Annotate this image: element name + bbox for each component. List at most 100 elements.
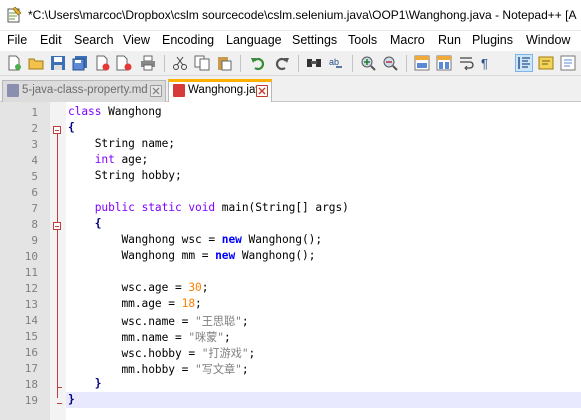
- line-number: 7: [31, 202, 38, 215]
- menu-encoding[interactable]: Encoding: [162, 33, 214, 47]
- code-token: int: [94, 153, 115, 166]
- menu-settings[interactable]: Settings: [292, 33, 337, 47]
- close-icon[interactable]: [94, 55, 110, 71]
- code-line[interactable]: }: [68, 393, 75, 406]
- sync-vertical-icon[interactable]: [414, 55, 430, 71]
- code-line[interactable]: mm.name = "咪蒙";: [68, 329, 230, 345]
- code-token: new: [215, 249, 236, 262]
- menu-plugins[interactable]: Plugins: [472, 33, 513, 47]
- code-line[interactable]: String hobby;: [68, 169, 182, 182]
- code-token: ;: [241, 363, 249, 376]
- menu-view[interactable]: View: [123, 33, 150, 47]
- menu-search[interactable]: Search: [74, 33, 114, 47]
- toolbar-separator: [298, 55, 299, 72]
- fold-end-marker: [57, 387, 62, 388]
- sync-horizontal-icon[interactable]: [436, 55, 452, 71]
- toolbar-separator: [406, 55, 407, 72]
- code-line[interactable]: {: [68, 217, 102, 230]
- code-line[interactable]: mm.hobby = "写文章";: [68, 361, 249, 377]
- code-line[interactable]: String name;: [68, 137, 175, 150]
- code-token: class: [68, 105, 102, 118]
- line-number: 6: [31, 186, 38, 199]
- tab-close-icon[interactable]: [256, 85, 268, 97]
- print-icon[interactable]: [140, 55, 156, 71]
- new-file-icon[interactable]: [6, 55, 22, 71]
- redo-icon[interactable]: [274, 55, 290, 71]
- tab-wanghong-java[interactable]: Wanghong.java: [168, 79, 272, 103]
- function-list-icon[interactable]: [560, 55, 576, 71]
- zoom-in-icon[interactable]: [360, 55, 376, 71]
- open-file-icon[interactable]: [28, 55, 44, 71]
- code-line[interactable]: wsc.age = 30;: [68, 281, 208, 294]
- code-token: new: [221, 233, 242, 246]
- doc-map-icon[interactable]: [538, 55, 554, 71]
- tab-5-java-class-property[interactable]: 5-java-class-property.md: [2, 80, 166, 102]
- code-token: Wanghong();: [241, 233, 323, 246]
- code-line[interactable]: wsc.name = "王思聪";: [68, 313, 248, 329]
- code-line[interactable]: mm.age = 18;: [68, 297, 201, 310]
- show-all-chars-icon[interactable]: ¶: [478, 55, 494, 71]
- toolbar-separator: [352, 55, 353, 72]
- tab-label: 5-java-class-property.md: [22, 84, 148, 96]
- code-token: {: [94, 217, 102, 230]
- line-number: 9: [31, 234, 38, 247]
- code-line[interactable]: public static void main(String[] args): [68, 201, 349, 214]
- toolbar: ab ¶: [0, 51, 581, 76]
- code-token: wsc.name =: [68, 315, 196, 328]
- code-line[interactable]: Wanghong wsc = new Wanghong();: [68, 233, 322, 246]
- tab-bar: 5-java-class-property.md Wanghong.java: [0, 76, 581, 103]
- zoom-out-icon[interactable]: [382, 55, 398, 71]
- code-editor[interactable]: class Wanghong { String name; int age; St…: [0, 102, 581, 420]
- unsaved-file-icon: [173, 84, 185, 97]
- copy-icon[interactable]: [194, 55, 210, 71]
- word-wrap-icon[interactable]: [458, 55, 474, 71]
- code-line[interactable]: int age;: [68, 153, 149, 166]
- window-title: *C:\Users\marcoc\Dropbox\cslm sourcecode…: [28, 8, 577, 22]
- cut-icon[interactable]: [172, 55, 188, 71]
- code-token: {: [68, 121, 75, 134]
- code-line[interactable]: }: [68, 377, 102, 390]
- line-number: 2: [31, 122, 38, 135]
- menu-window[interactable]: Window: [526, 33, 570, 47]
- menu-macro[interactable]: Macro: [390, 33, 425, 47]
- code-line[interactable]: wsc.hobby = "打游戏";: [68, 345, 255, 361]
- menu-file[interactable]: File: [7, 33, 27, 47]
- menu-edit[interactable]: Edit: [40, 33, 62, 47]
- close-all-icon[interactable]: [116, 55, 132, 71]
- code-line[interactable]: Wanghong mm = new Wanghong();: [68, 249, 315, 262]
- line-number: 8: [31, 218, 38, 231]
- line-number: 16: [24, 346, 38, 359]
- fold-end-marker: [57, 403, 62, 404]
- code-token: wsc.hobby =: [68, 347, 202, 360]
- indent-guide-icon[interactable]: [515, 54, 533, 72]
- replace-icon[interactable]: ab: [328, 55, 344, 71]
- line-number: 13: [24, 298, 38, 311]
- line-number: 18: [24, 378, 38, 391]
- code-line[interactable]: {: [68, 121, 75, 134]
- find-icon[interactable]: [306, 55, 322, 71]
- svg-text:¶: ¶: [481, 56, 488, 71]
- code-token: age;: [114, 153, 149, 166]
- code-line[interactable]: class Wanghong: [68, 105, 162, 118]
- save-icon[interactable]: [50, 55, 66, 71]
- toolbar-separator: [240, 55, 241, 72]
- menu-language[interactable]: Language: [226, 33, 282, 47]
- fold-method-icon[interactable]: [53, 222, 61, 230]
- code-token: "王思聪": [195, 315, 242, 328]
- line-number: 17: [24, 362, 38, 375]
- code-token: 30: [188, 281, 202, 294]
- current-line-highlight: [66, 392, 581, 408]
- save-all-icon[interactable]: [72, 55, 88, 71]
- fold-class-icon[interactable]: [53, 126, 61, 134]
- menu-tools[interactable]: Tools: [348, 33, 377, 47]
- line-number: 19: [24, 394, 38, 407]
- code-token: Wanghong mm =: [68, 249, 216, 262]
- tab-close-icon[interactable]: [150, 85, 162, 97]
- undo-icon[interactable]: [250, 55, 266, 71]
- menu-run[interactable]: Run: [438, 33, 461, 47]
- code-token: Wanghong wsc =: [68, 233, 222, 246]
- paste-icon[interactable]: [216, 55, 232, 71]
- code-token: String hobby;: [68, 169, 182, 182]
